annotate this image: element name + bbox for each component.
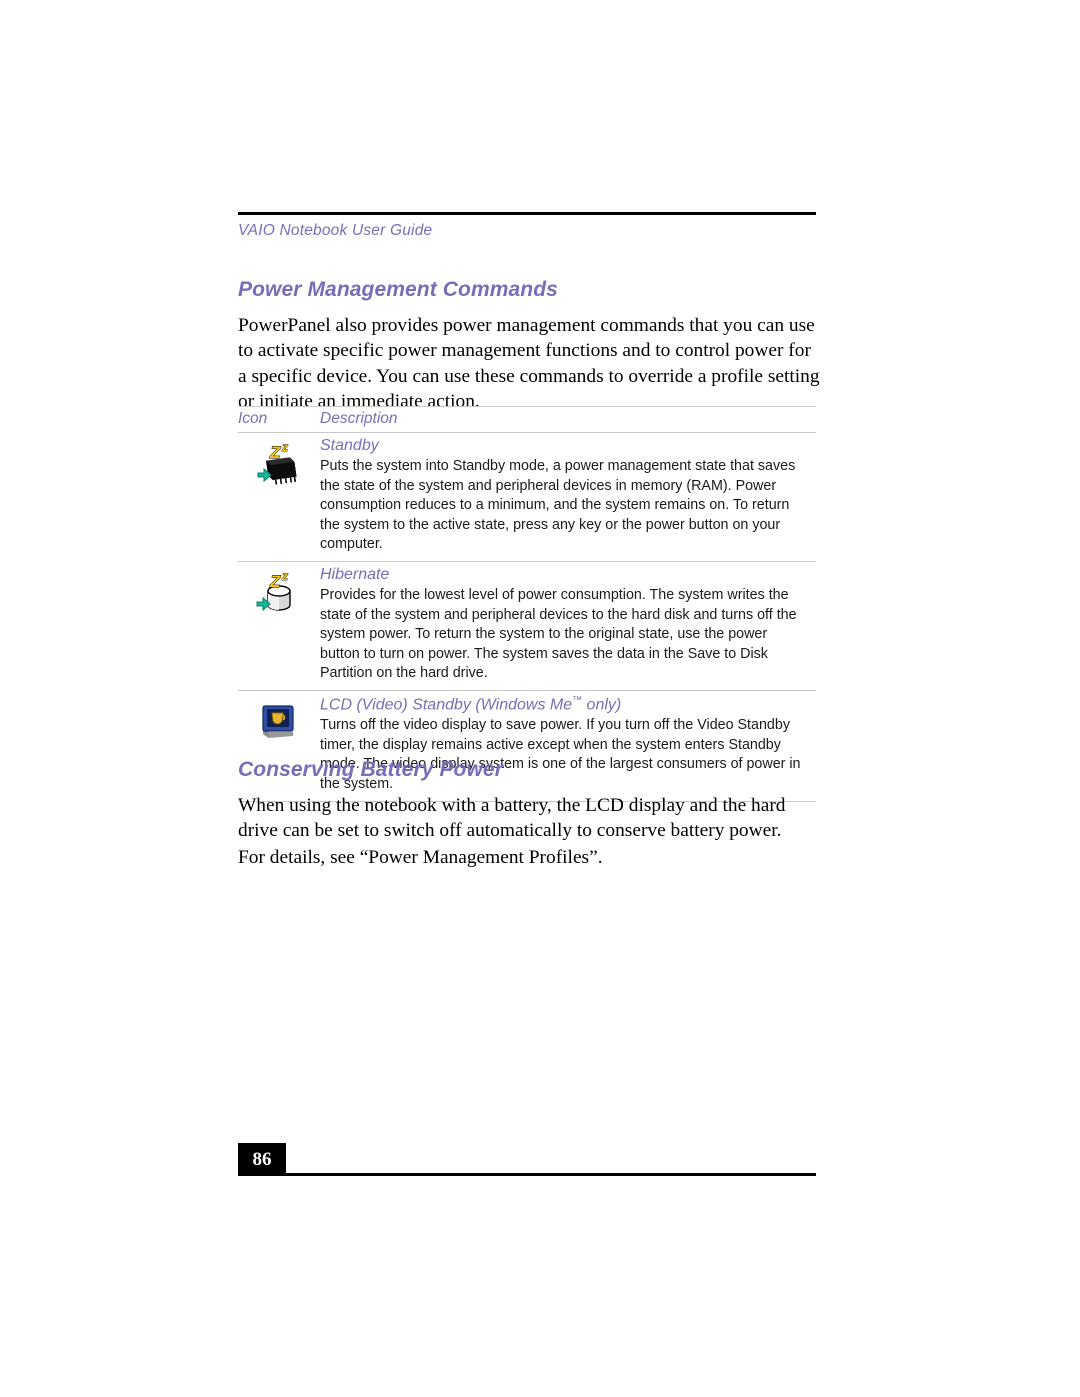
svg-text:z: z (281, 571, 288, 583)
column-header-description: Description (320, 410, 398, 427)
row-description: Puts the system into Standby mode, a pow… (320, 458, 796, 553)
description-cell: Hibernate Provides for the lowest level … (320, 566, 816, 684)
table-header-row: Icon Description (238, 406, 816, 433)
battery-paragraph: When using the notebook with a battery, … (238, 795, 786, 842)
standby-chip-icon: Z z (256, 442, 302, 555)
power-commands-table: Icon Description Z z Standby Puts the sy… (238, 406, 816, 802)
row-title: LCD (Video) Standby (Windows Me™ only) (320, 695, 816, 714)
trademark-symbol: ™ (572, 694, 583, 706)
svg-text:Z: Z (269, 443, 281, 462)
column-header-icon: Icon (238, 410, 268, 427)
details-paragraph: For details, see “Power Management Profi… (238, 847, 603, 868)
row-title: Hibernate (320, 566, 816, 584)
row-description: Provides for the lowest level of power c… (320, 586, 797, 682)
page-number-badge: 86 (238, 1143, 286, 1176)
document-page: VAIO Notebook User Guide Power Managemen… (0, 0, 1080, 1397)
table-row: Z z Hibernate Provides for the lowest le… (238, 562, 816, 691)
description-cell: Standby Puts the system into Standby mod… (320, 437, 816, 555)
row-title-text: Hibernate (320, 565, 390, 583)
column-header-icon-cell: Icon (238, 410, 320, 428)
row-description: Turns off the video display to save powe… (320, 717, 801, 793)
icon-cell: Z z (238, 437, 320, 555)
page-title: Power Management Commands (238, 278, 558, 301)
row-title-text: LCD (Video) Standby (Windows Me (320, 696, 573, 714)
row-title-text: Standby (320, 437, 379, 454)
column-header-description-cell: Description (320, 410, 816, 428)
icon-cell: Z z (238, 566, 320, 684)
table-row: LCD (Video) Standby (Windows Me™ only) T… (238, 691, 816, 802)
header-rule (238, 212, 816, 215)
page-number: 86 (252, 1149, 272, 1170)
row-title: Standby (320, 437, 816, 455)
running-header: VAIO Notebook User Guide (238, 222, 433, 239)
footer-rule (286, 1173, 816, 1176)
svg-text:z: z (281, 442, 288, 454)
hibernate-disk-icon: Z z (256, 571, 302, 684)
row-title-suffix: only) (582, 696, 622, 714)
section-heading-conserving-battery: Conserving Battery Power (238, 758, 503, 781)
svg-text:Z: Z (269, 572, 281, 591)
intro-paragraph: PowerPanel also provides power managemen… (238, 315, 820, 413)
table-row: Z z Standby Puts the system into Standby… (238, 433, 816, 562)
